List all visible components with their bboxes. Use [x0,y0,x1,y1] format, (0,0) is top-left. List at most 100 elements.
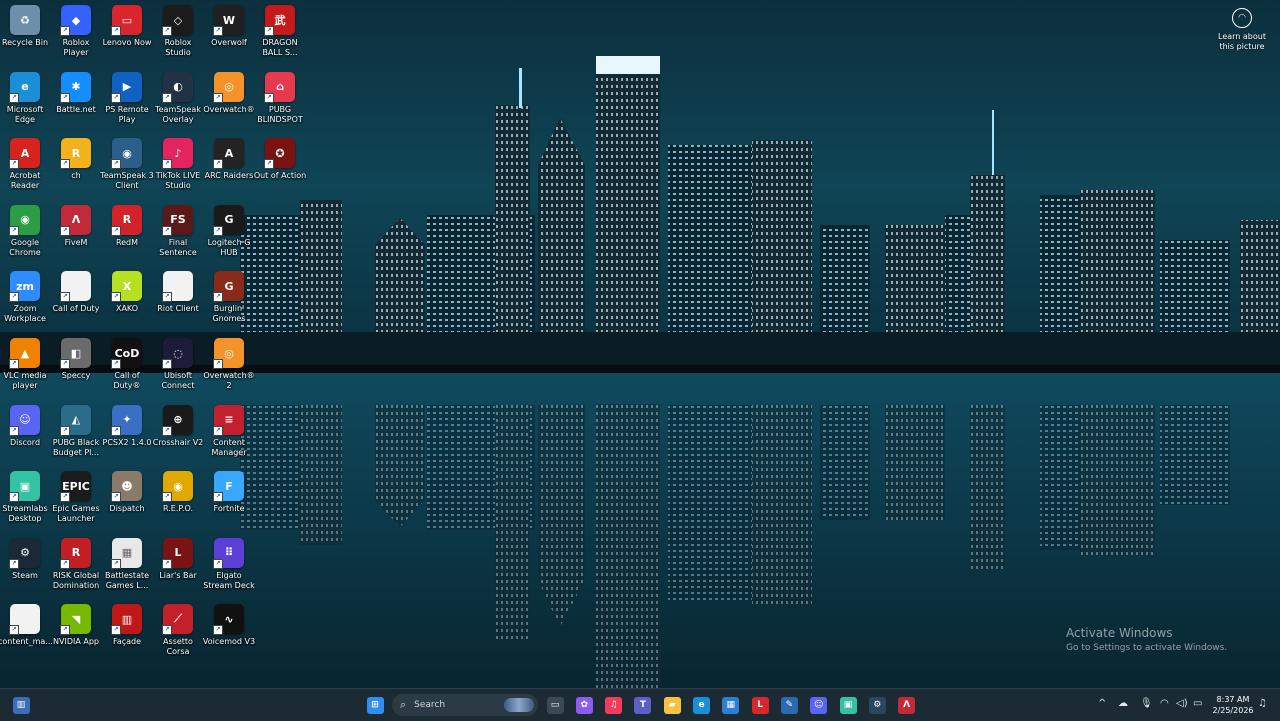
crosshair-v2-icon: ⊕ ↗ [162,404,193,436]
desktop-icon-roblox-studio[interactable]: ◇ ↗ Roblox Studio [153,5,203,69]
streamlabs-icon: ▣ ↗ [9,471,40,503]
desktop-icon-speccy[interactable]: ◧ ↗ Speccy [51,338,101,402]
search-input[interactable]: ⌕ Search [392,694,538,716]
desktop-icon-redm[interactable]: R ↗ RedM [102,204,152,269]
desktop-icon-final-sentence[interactable]: FS ↗ Final Sentence [153,204,203,269]
teams-button[interactable]: T [632,694,654,716]
desktop-icon-arc-raiders[interactable]: A ↗ ARC Raiders [204,138,254,202]
microphone-icon[interactable]: 🎙︎ [1140,698,1153,709]
desktop-icon-roblox-player[interactable]: ◆ ↗ Roblox Player [51,5,101,69]
desktop-icon-tiktok-live[interactable]: ♪ ↗ TikTok LIVE Studio [153,138,203,202]
desktop-icon-facade[interactable]: ▥ ↗ Façade [102,604,152,668]
desktop-icon-steam[interactable]: ⚙ ↗ Steam [0,537,50,602]
discord-button[interactable]: ☺ [808,694,830,716]
volume-icon[interactable]: ◁) [1176,698,1188,709]
streamlabs-button[interactable]: ▣ [837,694,859,716]
desktop-icon-label: Dispatch [109,504,145,514]
lenovo-button[interactable]: L [749,694,771,716]
desktop-icon-elgato-stream-deck[interactable]: ⠿ ↗ Elgato Stream Deck [203,537,255,602]
desktop-icon-call-of-duty-file[interactable]: ↗ Call of Duty [51,271,101,335]
desktop-icon-label: Zoom Workplace [4,304,46,324]
desktop-icon-pubg-blindspot[interactable]: ⌂ ↗ PUBG BLINDSPOT [255,71,305,136]
desktop-icon-acrobat-reader[interactable]: A ↗ Acrobat Reader [0,138,50,202]
desktop-icon-ps-remote-play[interactable]: ▶ ↗ PS Remote Play [102,71,152,136]
desktop-icon-lenovo-now[interactable]: ▭ ↗ Lenovo Now [102,5,152,69]
desktop-icon-repo[interactable]: ◉ ↗ R.E.P.O. [153,471,203,535]
desktop-icon-label: Roblox Player [62,38,90,57]
desktop-icon-liars-bar[interactable]: L ↗ Liar's Bar [153,537,203,602]
desktop-icon-content-manager[interactable]: ≡ ↗ Content Manager [204,404,254,469]
desktop-icon-call-of-duty[interactable]: CoD ↗ Call of Duty® [102,338,152,402]
steam-button[interactable]: ⚙ [866,694,888,716]
desktop-icon-teamspeak-overlay[interactable]: ◐ ↗ TeamSpeak Overlay [153,71,203,136]
desktop-icon-rockstar[interactable]: R ↗ ch [51,138,101,202]
desktop-icon-overwatch[interactable]: ◎ ↗ Overwatch® [203,71,255,136]
arc-raiders-icon: A ↗ [213,138,244,170]
desktop-icon-recycle-bin[interactable]: ♻ Recycle Bin [0,5,50,69]
app-button[interactable]: ✎ [778,694,800,716]
shortcut-arrow-icon: ↗ [9,359,19,369]
desktop-icon-overwatch-2[interactable]: ◎ ↗ Overwatch® 2 [203,338,255,402]
widgets-button[interactable]: ▥ [10,694,32,716]
store-button[interactable]: ▦ [720,694,742,716]
desktop-icon-risk[interactable]: R ↗ RISK Global Domination [51,537,101,602]
onedrive-icon[interactable]: ☁ [1118,698,1128,709]
desktop-icon-out-of-action[interactable]: ✪ ↗ Out of Action [254,138,306,202]
desktop-icon-microsoft-edge[interactable]: e ↗ Microsoft Edge [0,71,50,136]
desktop-icon-label: Overwolf [211,38,247,47]
start-button[interactable]: ⊞ [364,694,386,716]
desktop-icon-battle-net[interactable]: ✱ ↗ Battle.net [51,71,101,136]
desktop-icon-teamspeak-client[interactable]: ◉ ↗ TeamSpeak 3 Client [100,138,154,202]
desktop-icon-google-chrome[interactable]: ◉ ↗ Google Chrome [0,204,50,269]
shortcut-arrow-icon: ↗ [111,225,121,236]
desktop-icon-label: Streamlabs Desktop [2,504,48,524]
desktop-icon-pubg-black-budget[interactable]: ◭ ↗ PUBG Black Budget Pl... [51,404,101,469]
wifi-icon[interactable]: ◠ [1160,698,1169,709]
fivem-button[interactable]: Λ [896,694,918,716]
music-app-button[interactable]: ♫ [603,694,625,716]
desktop-icon-xako[interactable]: X ↗ XAKO [102,271,152,335]
desktop-icon-label: Steam [12,570,38,580]
desktop-icon-overwolf[interactable]: W ↗ Overwolf [204,5,254,69]
desktop-icon-logitech-g-hub[interactable]: G ↗ Logitech G HUB [204,204,254,269]
desktop-icon-label: Content Manager [211,437,247,457]
desktop-icon-fortnite[interactable]: F ↗ Fortnite [204,471,254,535]
desktop-icon-label: PUBG Black Budget Pl... [52,437,100,457]
battlestate-icon: ▦ ↗ [111,537,142,569]
desktop-icon-battlestate[interactable]: ▦ ↗ Battlestate Games L... [102,537,152,602]
desktop-icon-crosshair-v2[interactable]: ⊕ ↗ Crosshair V2 [153,404,203,469]
desktop-icon-pcsx2[interactable]: ✦ ↗ PCSX2 1.4.0 [102,404,152,469]
desktop-icon-ubisoft-connect[interactable]: ◌ ↗ Ubisoft Connect [153,338,203,402]
task-view-button[interactable]: ▭ [544,694,566,716]
desktop-icon-voicemod[interactable]: ∿ ↗ Voicemod V3 [203,604,255,668]
desktop-icon-fivem[interactable]: Λ ↗ FiveM [51,204,101,269]
desktop-icon-streamlabs[interactable]: ▣ ↗ Streamlabs Desktop [0,471,50,535]
lenovo-icon: L [751,696,769,714]
copilot-button[interactable]: ✿ [573,694,595,716]
desktop-icon-vlc[interactable]: ▲ ↗ VLC media player [0,338,50,402]
desktop-icon-text-file[interactable]: ↗ content_ma... [0,604,52,668]
desktop-icon-assetto-corsa[interactable]: ⟋ ↗ Assetto Corsa [153,604,203,668]
tiktok-live-icon: ♪ ↗ [162,138,193,170]
notification-bell-icon[interactable]: ♫ [1258,698,1267,709]
battery-icon[interactable]: ▭ [1193,698,1202,709]
shortcut-arrow-icon: ↗ [9,558,19,569]
shortcut-arrow-icon: ↗ [60,225,70,236]
show-hidden-icons-button[interactable]: ^ [1098,698,1106,709]
clock[interactable]: 8:37 AM 2/25/2026 [1208,694,1258,716]
desktop-icon-label: RISK Global Domination [52,570,100,590]
desktop-icon-nvidia[interactable]: ◥ ↗ NVIDIA App [51,604,101,668]
desktop-icon-epic-games[interactable]: EPIC ↗ Epic Games Launcher [51,471,101,535]
learn-about-picture-button[interactable]: ◠ Learn about this picture [1214,8,1270,52]
desktop-icon-dragon-ball[interactable]: 武 ↗ DRAGON BALL S... [255,5,305,69]
desktop-icon-discord[interactable]: ☺ ↗ Discord [0,404,50,469]
desktop-icon-zoom[interactable]: zm ↗ Zoom Workplace [0,271,50,335]
voicemod-icon: ∿ ↗ [213,604,244,636]
desktop-icon-dispatch[interactable]: ☻ ↗ Dispatch [102,471,152,535]
edge-button[interactable]: e [691,694,713,716]
desktop-icon-label: Battle.net [56,104,96,114]
file-explorer-button[interactable]: ▰ [661,694,683,716]
desktop-icon-riot-client-file[interactable]: ↗ Riot Client [153,271,203,335]
desktop-icon-label: Burglin' Gnomes [212,304,246,324]
desktop-icon-burglin-gnomes[interactable]: G ↗ Burglin' Gnomes [204,271,254,335]
